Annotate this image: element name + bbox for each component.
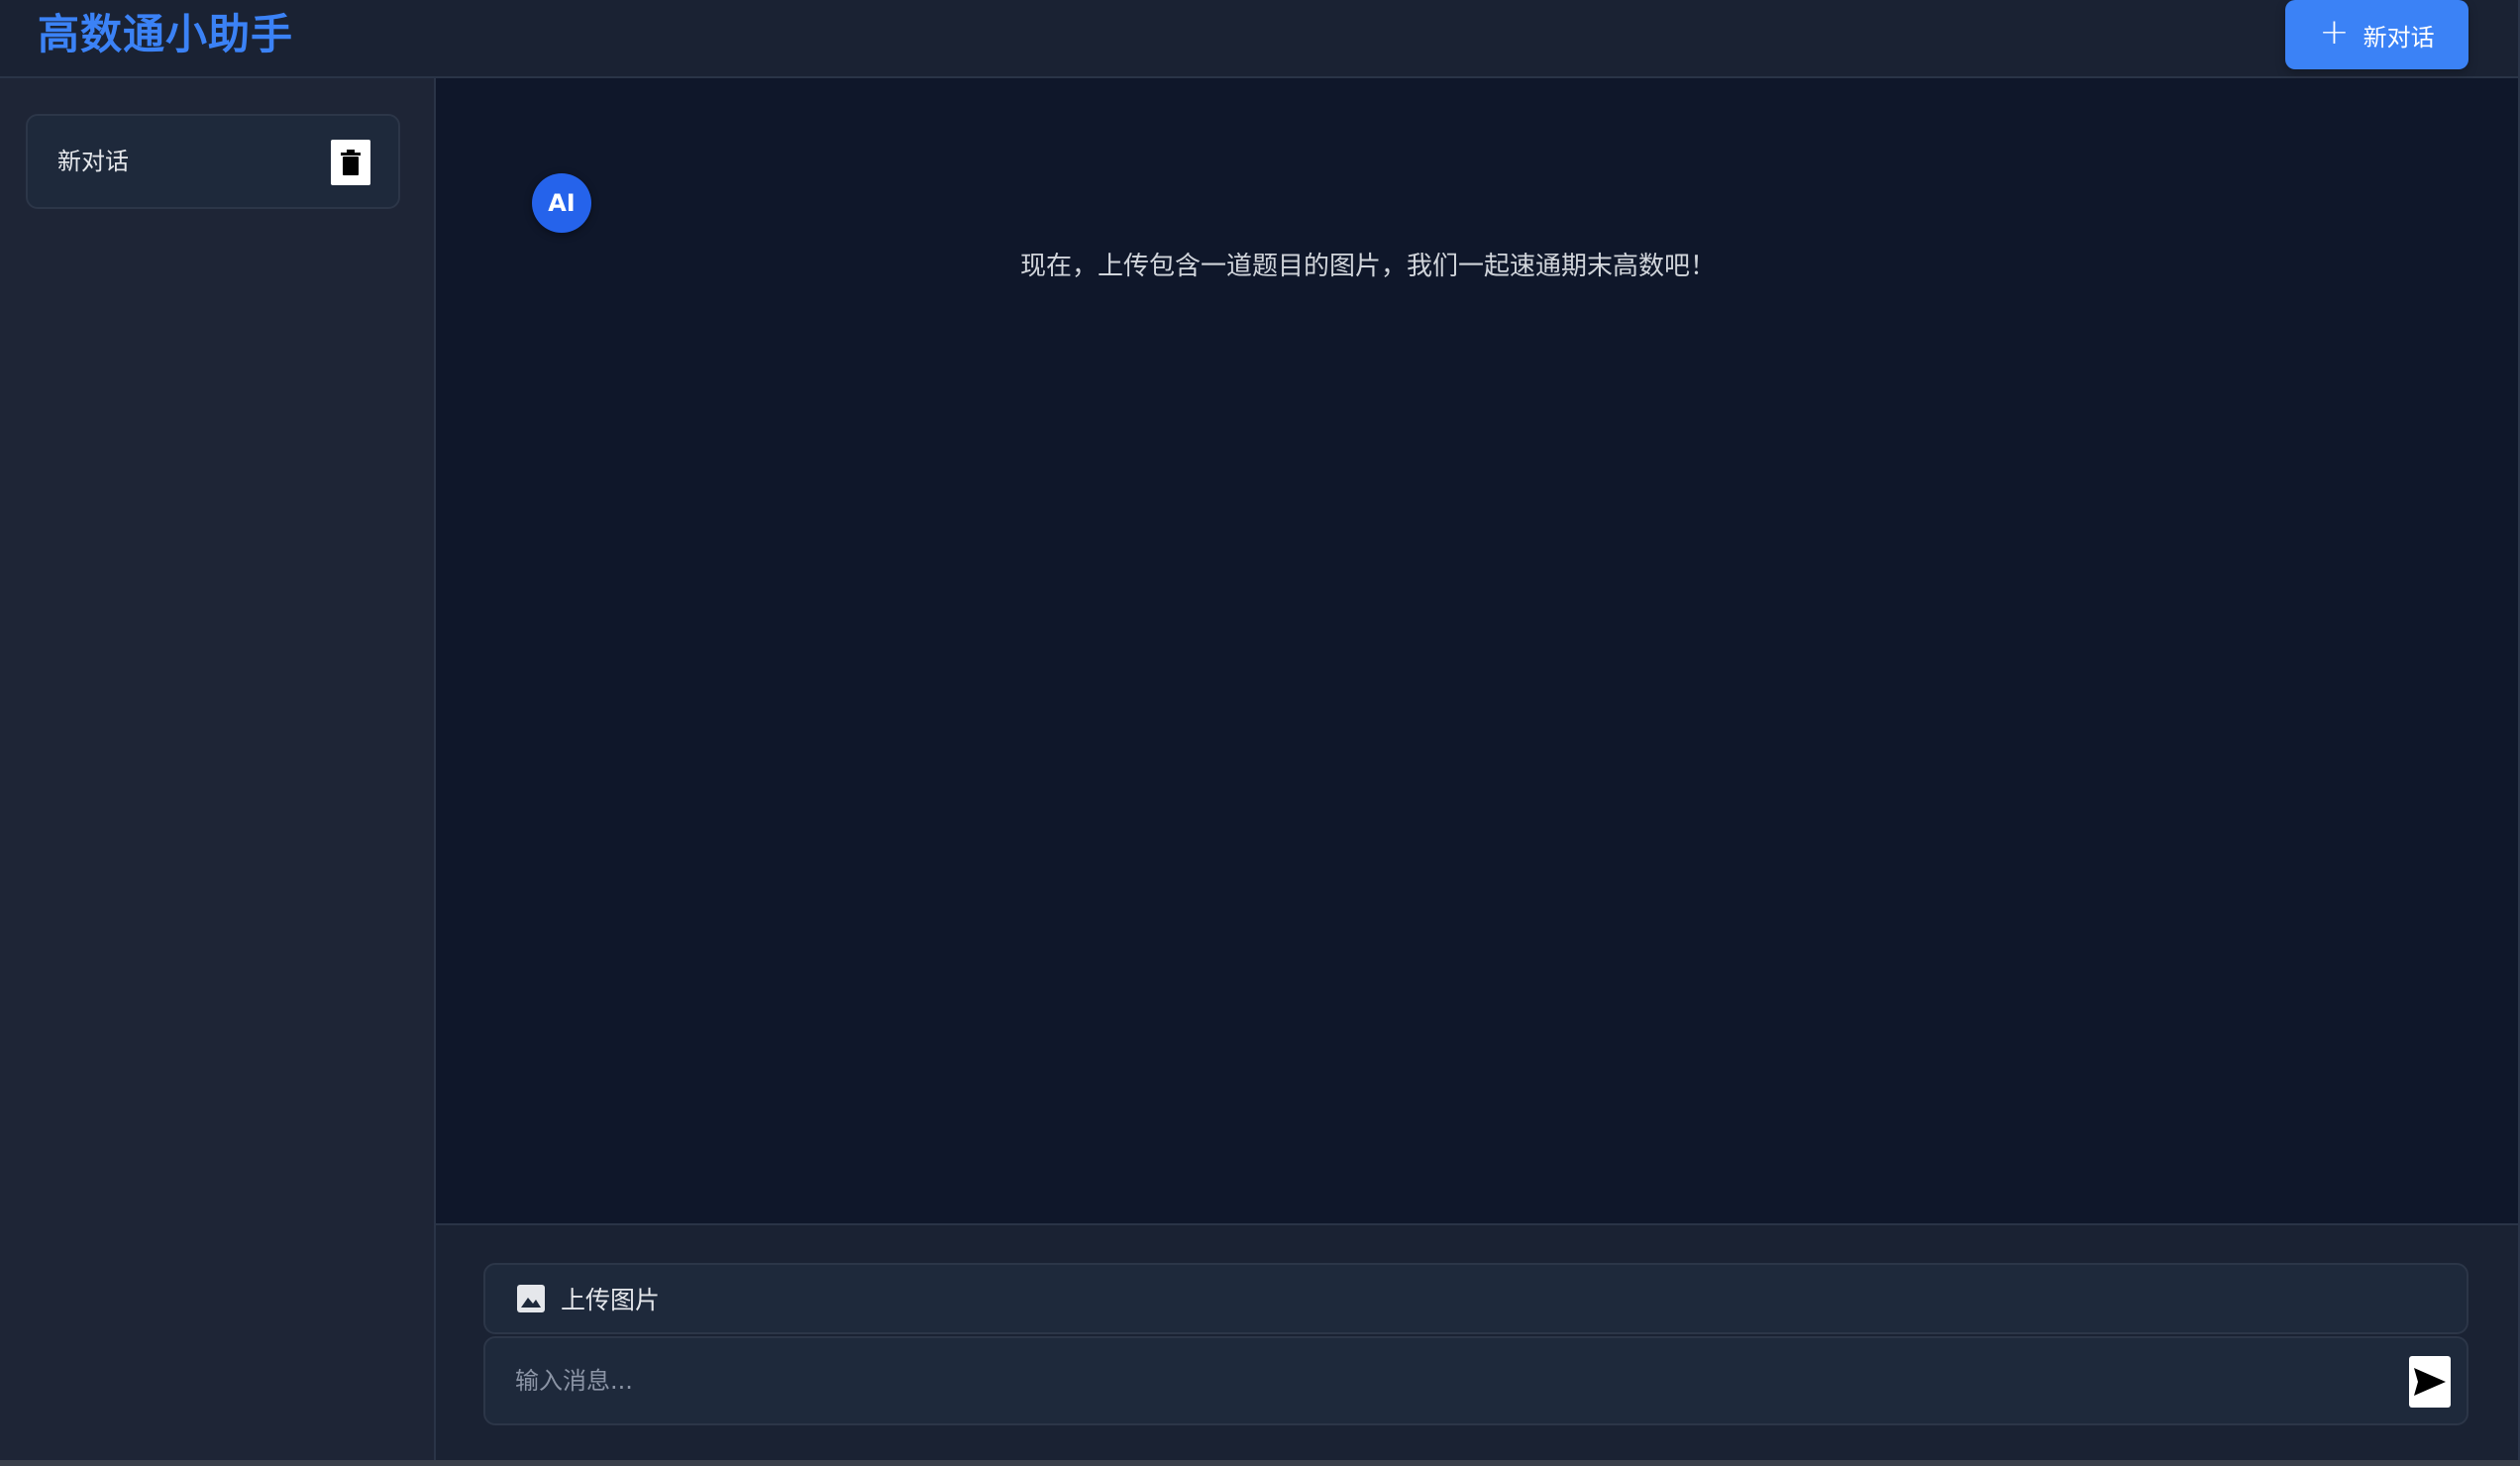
upload-image-button[interactable]: 上传图片 (483, 1263, 2468, 1334)
message-input[interactable] (485, 1338, 2397, 1423)
send-button[interactable] (2409, 1356, 2451, 1408)
plus-icon: + (2319, 12, 2350, 52)
image-icon (517, 1285, 545, 1312)
new-chat-label: 新对话 (2362, 23, 2435, 52)
composer: 上传图片 (436, 1223, 2518, 1460)
app-root: 高数通小助手 + 新对话 新对话 AI 现在，上传包含一道题目的图片，我们一起速… (0, 0, 2520, 1466)
delete-conversation-button[interactable] (331, 140, 370, 185)
ai-message-text: 现在，上传包含一道题目的图片，我们一起速通期末高数吧！ (1019, 252, 1716, 281)
chat-area: AI 现在，上传包含一道题目的图片，我们一起速通期末高数吧！ (436, 78, 2518, 1223)
trash-icon (341, 150, 361, 175)
message-box (483, 1336, 2468, 1425)
window-bottom-edge (0, 1460, 2520, 1466)
app-title: 高数通小助手 (38, 10, 294, 58)
ai-avatar: AI (532, 173, 591, 233)
sidebar: 新对话 (0, 78, 436, 1460)
conversation-item[interactable]: 新对话 (26, 114, 400, 209)
conversation-label: 新对话 (57, 148, 129, 175)
new-chat-button[interactable]: + 新对话 (2285, 0, 2468, 69)
send-icon (2414, 1368, 2446, 1396)
top-header: 高数通小助手 + 新对话 (0, 0, 2520, 78)
upload-image-label: 上传图片 (561, 1286, 661, 1314)
